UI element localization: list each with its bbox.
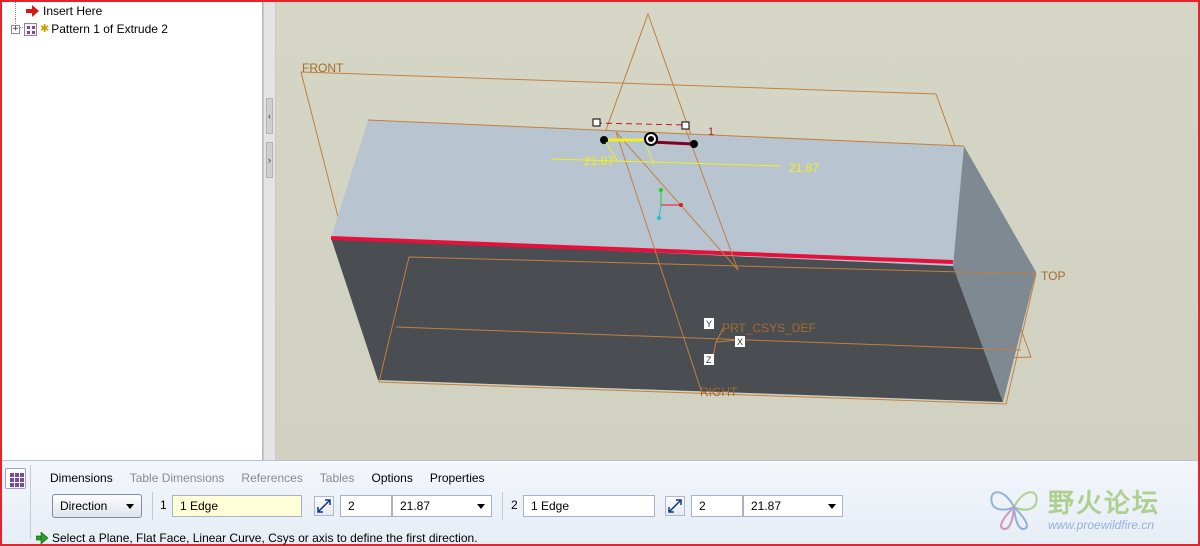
direction-2-index: 2	[511, 498, 518, 512]
prompt-arrow-icon	[36, 532, 48, 544]
tree-item-label: Insert Here	[43, 4, 103, 18]
csys-z-label: Z	[706, 355, 712, 365]
expand-plus-icon[interactable]: +	[11, 24, 20, 34]
status-message: Select a Plane, Flat Face, Linear Curve,…	[52, 531, 478, 545]
datum-label-top: TOP	[1041, 269, 1065, 283]
pattern-type-select[interactable]: Direction	[52, 494, 142, 518]
direction-1-count-value: 2	[348, 499, 355, 513]
flip-direction-icon	[668, 499, 682, 513]
tree-connector	[15, 2, 16, 19]
chevron-down-icon	[828, 504, 836, 509]
pattern-feature-icon	[24, 22, 37, 36]
drag-handle-2	[681, 121, 690, 130]
butterfly-logo-icon	[990, 491, 1038, 530]
tab-table-dimensions: Table Dimensions	[129, 471, 225, 485]
dashboard-tabs: Dimensions Table Dimensions References T…	[50, 471, 502, 485]
message-area: Select a Plane, Flat Face, Linear Curve,…	[36, 531, 478, 545]
direction-1-reference-collector[interactable]: 1 Edge	[172, 495, 302, 517]
flip-direction-1-button[interactable]	[314, 496, 334, 516]
direction-2-spacing-value: 21.87	[751, 499, 782, 513]
flip-direction-2-button[interactable]	[665, 496, 685, 516]
watermark-text: 野火论坛	[1048, 489, 1161, 519]
expand-right-handle[interactable]: ›	[266, 142, 273, 178]
dimension-label-1: 21.87	[584, 154, 614, 168]
panel-splitter[interactable]: ‹ ›	[263, 2, 276, 460]
chevron-down-icon	[126, 504, 134, 509]
graphics-window[interactable]: 21.87 21.87 1 FRONT TOP RIGHT Y X Z PRT_…	[276, 2, 1198, 460]
direction-2-spacing-combo[interactable]: 21.87	[743, 495, 843, 517]
modified-star-icon: ✱	[40, 23, 50, 35]
watermark-url: www.proewildfire.cn	[1048, 518, 1155, 532]
controls-separator	[502, 492, 503, 520]
csys-name-label: PRT_CSYS_DEF	[722, 321, 816, 335]
datum-label-front: FRONT	[302, 61, 344, 75]
direction-1-reference-text: 1 Edge	[180, 499, 219, 513]
collapse-left-handle[interactable]: ‹	[266, 98, 273, 134]
direction-1-count-input[interactable]: 2	[340, 495, 392, 517]
pattern-dashboard: Dimensions Table Dimensions References T…	[2, 460, 1198, 545]
tab-references: References	[241, 471, 303, 485]
direction-2-reference-collector[interactable]: 1 Edge	[523, 495, 655, 517]
tab-tables: Tables	[319, 471, 355, 485]
chevron-down-icon	[477, 504, 485, 509]
flip-direction-icon	[317, 499, 331, 513]
tab-properties[interactable]: Properties	[430, 471, 485, 485]
pattern-member-marker	[690, 140, 698, 148]
pattern-tool-icon	[5, 468, 26, 489]
drag-handle-1	[592, 118, 601, 127]
direction-1-index: 1	[160, 498, 167, 512]
forum-watermark: 野火论坛 www.proewildfire.cn	[986, 481, 1186, 537]
csys-x-label: X	[737, 337, 743, 347]
dimension-label-2: 21.87	[789, 161, 819, 175]
direction-2-count-input[interactable]: 2	[691, 495, 743, 517]
model-graphics: 21.87 21.87 1 FRONT TOP RIGHT Y X Z PRT_…	[300, 12, 1065, 405]
direction-2-count-value: 2	[699, 499, 706, 513]
direction-1-spacing-combo[interactable]: 21.87	[392, 495, 492, 517]
pattern-index-label: 1	[708, 126, 714, 138]
tab-options[interactable]: Options	[371, 471, 412, 485]
direction-2-reference-text: 1 Edge	[531, 499, 570, 513]
pattern-type-value: Direction	[60, 499, 108, 513]
datum-label-right: RIGHT	[700, 385, 738, 399]
controls-separator	[152, 492, 153, 520]
csys-y-label: Y	[706, 319, 712, 329]
direction-1-spacing-value: 21.87	[400, 499, 431, 513]
insert-here-arrow-icon	[26, 5, 39, 17]
model-tree[interactable]: Insert Here + ✱ Pattern 1 of Extrude 2	[2, 2, 263, 460]
tree-item-insert-here[interactable]: Insert Here	[24, 2, 102, 20]
tree-item-pattern-1[interactable]: + ✱ Pattern 1 of Extrude 2	[11, 20, 168, 38]
tab-dimensions[interactable]: Dimensions	[50, 471, 113, 485]
tree-item-label: Pattern 1 of Extrude 2	[51, 22, 168, 36]
